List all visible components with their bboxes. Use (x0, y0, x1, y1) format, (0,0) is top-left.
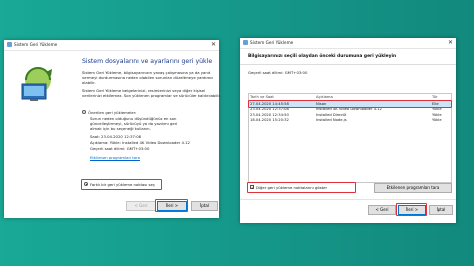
intro-line-2: vermeyi durdurmasına neden olabilen soru… (82, 75, 214, 80)
intro-line-5: verilerinizi etkilemez. Son yüklenen pro… (82, 93, 221, 98)
title-bar: Sistem Geri Yükleme ✕ (4, 40, 219, 51)
intro-line-3: olabilir. (82, 80, 96, 85)
scan-affected-button[interactable]: Etkilenen programları tara (374, 183, 452, 193)
table-row[interactable]: 18.04.2020 15:20:32 Installed Node.js Yü… (249, 118, 451, 124)
system-restore-icon (7, 42, 12, 47)
system-restore-icon (243, 40, 248, 45)
title-bar: Sistem Geri Yükleme ✕ (240, 38, 456, 49)
highlight-next-button (396, 203, 427, 216)
restore-description: Açıklama: Yükle: Installed 4K Video Down… (90, 140, 190, 145)
highlight-choose-option (81, 179, 162, 190)
highlight-show-more (247, 182, 356, 193)
window-title: Sistem Geri Yükleme (250, 40, 294, 45)
cell-date: 18.04.2020 15:20:32 (250, 118, 289, 123)
back-button[interactable]: < Geri (368, 205, 396, 215)
divider (240, 64, 456, 65)
highlight-next-button (155, 199, 188, 212)
system-restore-window-right: Sistem Geri Yükleme ✕ Bilgisayarınızı se… (240, 38, 456, 223)
divider (240, 199, 456, 200)
window-title: Sistem Geri Yükleme (14, 42, 58, 47)
time-zone: Geçerli saat dilimi: GMT+03:00 (248, 70, 308, 75)
cancel-button[interactable]: İptal (191, 201, 218, 211)
scan-affected-link[interactable]: Etkilenen programları tara (90, 155, 140, 160)
system-restore-window-left: Sistem Geri Yükleme ✕ Sistem dosyalarını… (4, 40, 221, 218)
cell-type: Yükle (432, 118, 442, 123)
recommended-desc-3: almak için bu seçeneği kullanın. (90, 126, 151, 131)
highlight-selected-row (248, 100, 452, 108)
recommended-radio[interactable] (82, 110, 86, 114)
restore-time-zone: Geçerli saat dilimi: GMT+03:00 (90, 146, 150, 151)
close-icon[interactable]: ✕ (448, 39, 453, 46)
heading: Bilgisayarınızı seçili olaydan önceki du… (248, 54, 397, 59)
restore-illustration (16, 64, 58, 104)
heading: Sistem dosyalarını ve ayarlarını geri yü… (82, 58, 213, 65)
recommended-label: Önerilen geri yüklemeler: (88, 109, 137, 115)
cancel-button[interactable]: İptal (429, 205, 453, 215)
back-button[interactable]: < Geri (126, 201, 156, 211)
cell-description: Installed Node.js (316, 118, 347, 123)
restore-date: Saat: 23.04.2020 12:37:08 (90, 134, 142, 139)
close-icon[interactable]: ✕ (211, 41, 216, 48)
